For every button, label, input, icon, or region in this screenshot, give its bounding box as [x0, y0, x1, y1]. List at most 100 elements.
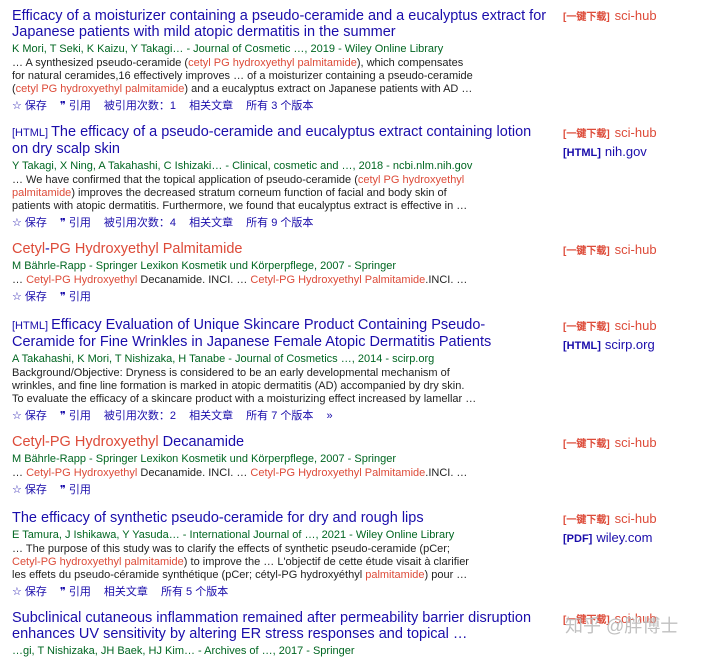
result-title[interactable]: [HTML] The efficacy of a pseudo-ceramide … — [12, 124, 547, 157]
result-item: [HTML] Efficacy Evaluation of Unique Skin… — [12, 317, 547, 423]
quote-icon: ❞ — [59, 291, 66, 303]
cite-button[interactable]: ❞ 引用 — [60, 484, 91, 496]
quote-icon: ❞ — [59, 100, 66, 112]
fulltext-link[interactable]: [HTML] nih.gov — [563, 143, 647, 162]
result-actions: ☆ 保存 ❞ 引用 — [12, 483, 547, 497]
one-click-download-button[interactable]: [一键下载] — [563, 439, 610, 450]
cite-label: 引用 — [68, 484, 91, 496]
result-item: The efficacy of synthetic pseudo-ceramid… — [12, 510, 547, 599]
snippet-text: wrinkles, and fine line formation is mar… — [12, 380, 465, 392]
result-title[interactable]: The efficacy of synthetic pseudo-ceramid… — [12, 510, 547, 526]
result-actions: ☆ 保存 ❞ 引用 被引用次数：1 相关文章 所有 3 个版本 — [12, 99, 547, 113]
cite-button[interactable]: ❞ 引用 — [60, 410, 91, 422]
related-articles-link[interactable]: 相关文章 — [189, 100, 233, 112]
nih-link[interactable]: nih.gov — [605, 144, 647, 159]
cite-button[interactable]: ❞ 引用 — [60, 291, 91, 303]
title-highlight: Cetyl-PG Hydroxyethyl — [12, 434, 159, 450]
one-click-download-button[interactable]: [一键下载] — [563, 129, 610, 140]
download-link[interactable]: [一键下载] sci-hub — [563, 317, 657, 336]
cite-label: 引用 — [68, 410, 91, 422]
fulltext-link[interactable]: [HTML] scirp.org — [563, 336, 655, 355]
watermark: 知乎 @胖博士 — [565, 616, 679, 636]
one-click-download-button[interactable]: [一键下载] — [563, 246, 610, 257]
snippet-highlight: Cetyl-PG Hydroxyethyl Palmitamide — [250, 274, 426, 286]
result-actions: ☆ 保存 ❞ 引用 被引用次数：2 相关文章 所有 7 个版本 » — [12, 409, 547, 423]
format-tag: [HTML] — [12, 320, 49, 332]
format-tag: [PDF] — [563, 533, 593, 545]
result-authors: M Bährle-Rapp - Springer Lexikon Kosmeti… — [12, 453, 396, 465]
snippet-text: … A synthesized pseudo-ceramide ( — [12, 57, 189, 69]
quote-icon: ❞ — [59, 586, 66, 598]
save-button[interactable]: ☆ 保存 — [12, 291, 47, 303]
download-link[interactable]: [一键下载] sci-hub — [563, 434, 657, 453]
snippet-text: … — [12, 467, 27, 479]
snippet-text: .INCI. … — [425, 274, 468, 286]
sci-hub-link[interactable]: sci-hub — [615, 125, 657, 140]
cite-label: 引用 — [68, 217, 91, 229]
save-label: 保存 — [24, 217, 47, 229]
cited-by-link[interactable]: 被引用次数：4 — [104, 217, 176, 229]
save-button[interactable]: ☆ 保存 — [12, 410, 47, 422]
all-versions-link[interactable]: 所有 7 个版本 — [246, 410, 313, 422]
save-button[interactable]: ☆ 保存 — [12, 217, 47, 229]
related-articles-link[interactable]: 相关文章 — [189, 410, 233, 422]
cite-label: 引用 — [68, 291, 91, 303]
sci-hub-link[interactable]: sci-hub — [615, 435, 657, 450]
related-articles-link[interactable]: 相关文章 — [104, 586, 148, 598]
format-tag: [HTML] — [12, 127, 49, 139]
snippet-highlight: Cetyl-PG Hydroxyethyl Palmitamide — [250, 467, 426, 479]
snippet-text: ) pour … — [424, 569, 468, 581]
more-options-icon[interactable]: » — [326, 410, 332, 422]
result-snippet: … The purpose of this study was to clari… — [12, 543, 547, 582]
snippet-highlight: cetyl PG hydroxyethyl — [357, 174, 465, 186]
cite-label: 引用 — [68, 100, 91, 112]
all-versions-link[interactable]: 所有 5 个版本 — [161, 586, 228, 598]
one-click-download-button[interactable]: [一键下载] — [563, 515, 610, 526]
result-snippet: Background/Objective: Dryness is conside… — [12, 367, 547, 406]
save-button[interactable]: ☆ 保存 — [12, 586, 47, 598]
cite-button[interactable]: ❞ 引用 — [60, 100, 91, 112]
format-tag: [HTML] — [563, 340, 601, 352]
wiley-link[interactable]: wiley.com — [596, 530, 652, 545]
snippet-text: .INCI. … — [425, 467, 468, 479]
all-versions-link[interactable]: 所有 3 个版本 — [246, 100, 313, 112]
sci-hub-link[interactable]: sci-hub — [615, 8, 657, 23]
download-link[interactable]: [一键下载] sci-hub — [563, 241, 657, 260]
download-link[interactable]: [一键下载] sci-hub — [563, 124, 657, 143]
result-title[interactable]: [HTML] Efficacy Evaluation of Unique Skin… — [12, 317, 547, 350]
snippet-highlight: cetyl PG hydroxyethyl palmitamide — [15, 83, 185, 95]
snippet-text: ), which compensates — [356, 57, 464, 69]
cited-by-link[interactable]: 被引用次数：1 — [104, 100, 176, 112]
result-title[interactable]: Subclinical cutaneous inflammation remai… — [12, 610, 547, 642]
star-icon: ☆ — [12, 291, 22, 303]
quote-icon: ❞ — [59, 484, 66, 496]
related-articles-link[interactable]: 相关文章 — [189, 217, 233, 229]
result-title[interactable]: Efficacy of a moisturizer containing a p… — [12, 8, 547, 40]
all-versions-link[interactable]: 所有 9 个版本 — [246, 217, 313, 229]
save-button[interactable]: ☆ 保存 — [12, 100, 47, 112]
quote-icon: ❞ — [59, 410, 66, 422]
cite-button[interactable]: ❞ 引用 — [60, 586, 91, 598]
title-highlight: PG Hydroxyethyl Palmitamide — [49, 241, 243, 257]
sci-hub-link[interactable]: sci-hub — [615, 242, 657, 257]
result-title[interactable]: Cetyl-PG Hydroxyethyl Palmitamide — [12, 241, 547, 257]
cited-by-link[interactable]: 被引用次数：2 — [104, 410, 176, 422]
one-click-download-button[interactable]: [一键下载] — [563, 12, 610, 23]
result-authors: Y Takagi, X Ning, A Takahashi, C Ishizak… — [12, 160, 473, 172]
scirp-link[interactable]: scirp.org — [605, 337, 655, 352]
fulltext-link[interactable]: [PDF] wiley.com — [563, 529, 652, 548]
download-link[interactable]: [一键下载] sci-hub — [563, 7, 657, 26]
download-link[interactable]: [一键下载] sci-hub — [563, 510, 657, 529]
result-title[interactable]: Cetyl-PG Hydroxyethyl Decanamide — [12, 434, 547, 450]
save-label: 保存 — [24, 291, 47, 303]
snippet-highlight: Cetyl-PG hydroxyethyl palmitamide — [12, 556, 184, 568]
title-highlight: Cetyl — [12, 241, 46, 257]
cite-button[interactable]: ❞ 引用 — [60, 217, 91, 229]
result-actions: ☆ 保存 ❞ 引用 — [12, 290, 547, 304]
sci-hub-link[interactable]: sci-hub — [615, 318, 657, 333]
save-button[interactable]: ☆ 保存 — [12, 484, 47, 496]
one-click-download-button[interactable]: [一键下载] — [563, 322, 610, 333]
title-text: Efficacy Evaluation of Unique Skincare P… — [12, 317, 492, 350]
result-authors: A Takahashi, K Mori, T Nishizaka, H Tana… — [12, 353, 435, 365]
sci-hub-link[interactable]: sci-hub — [615, 511, 657, 526]
